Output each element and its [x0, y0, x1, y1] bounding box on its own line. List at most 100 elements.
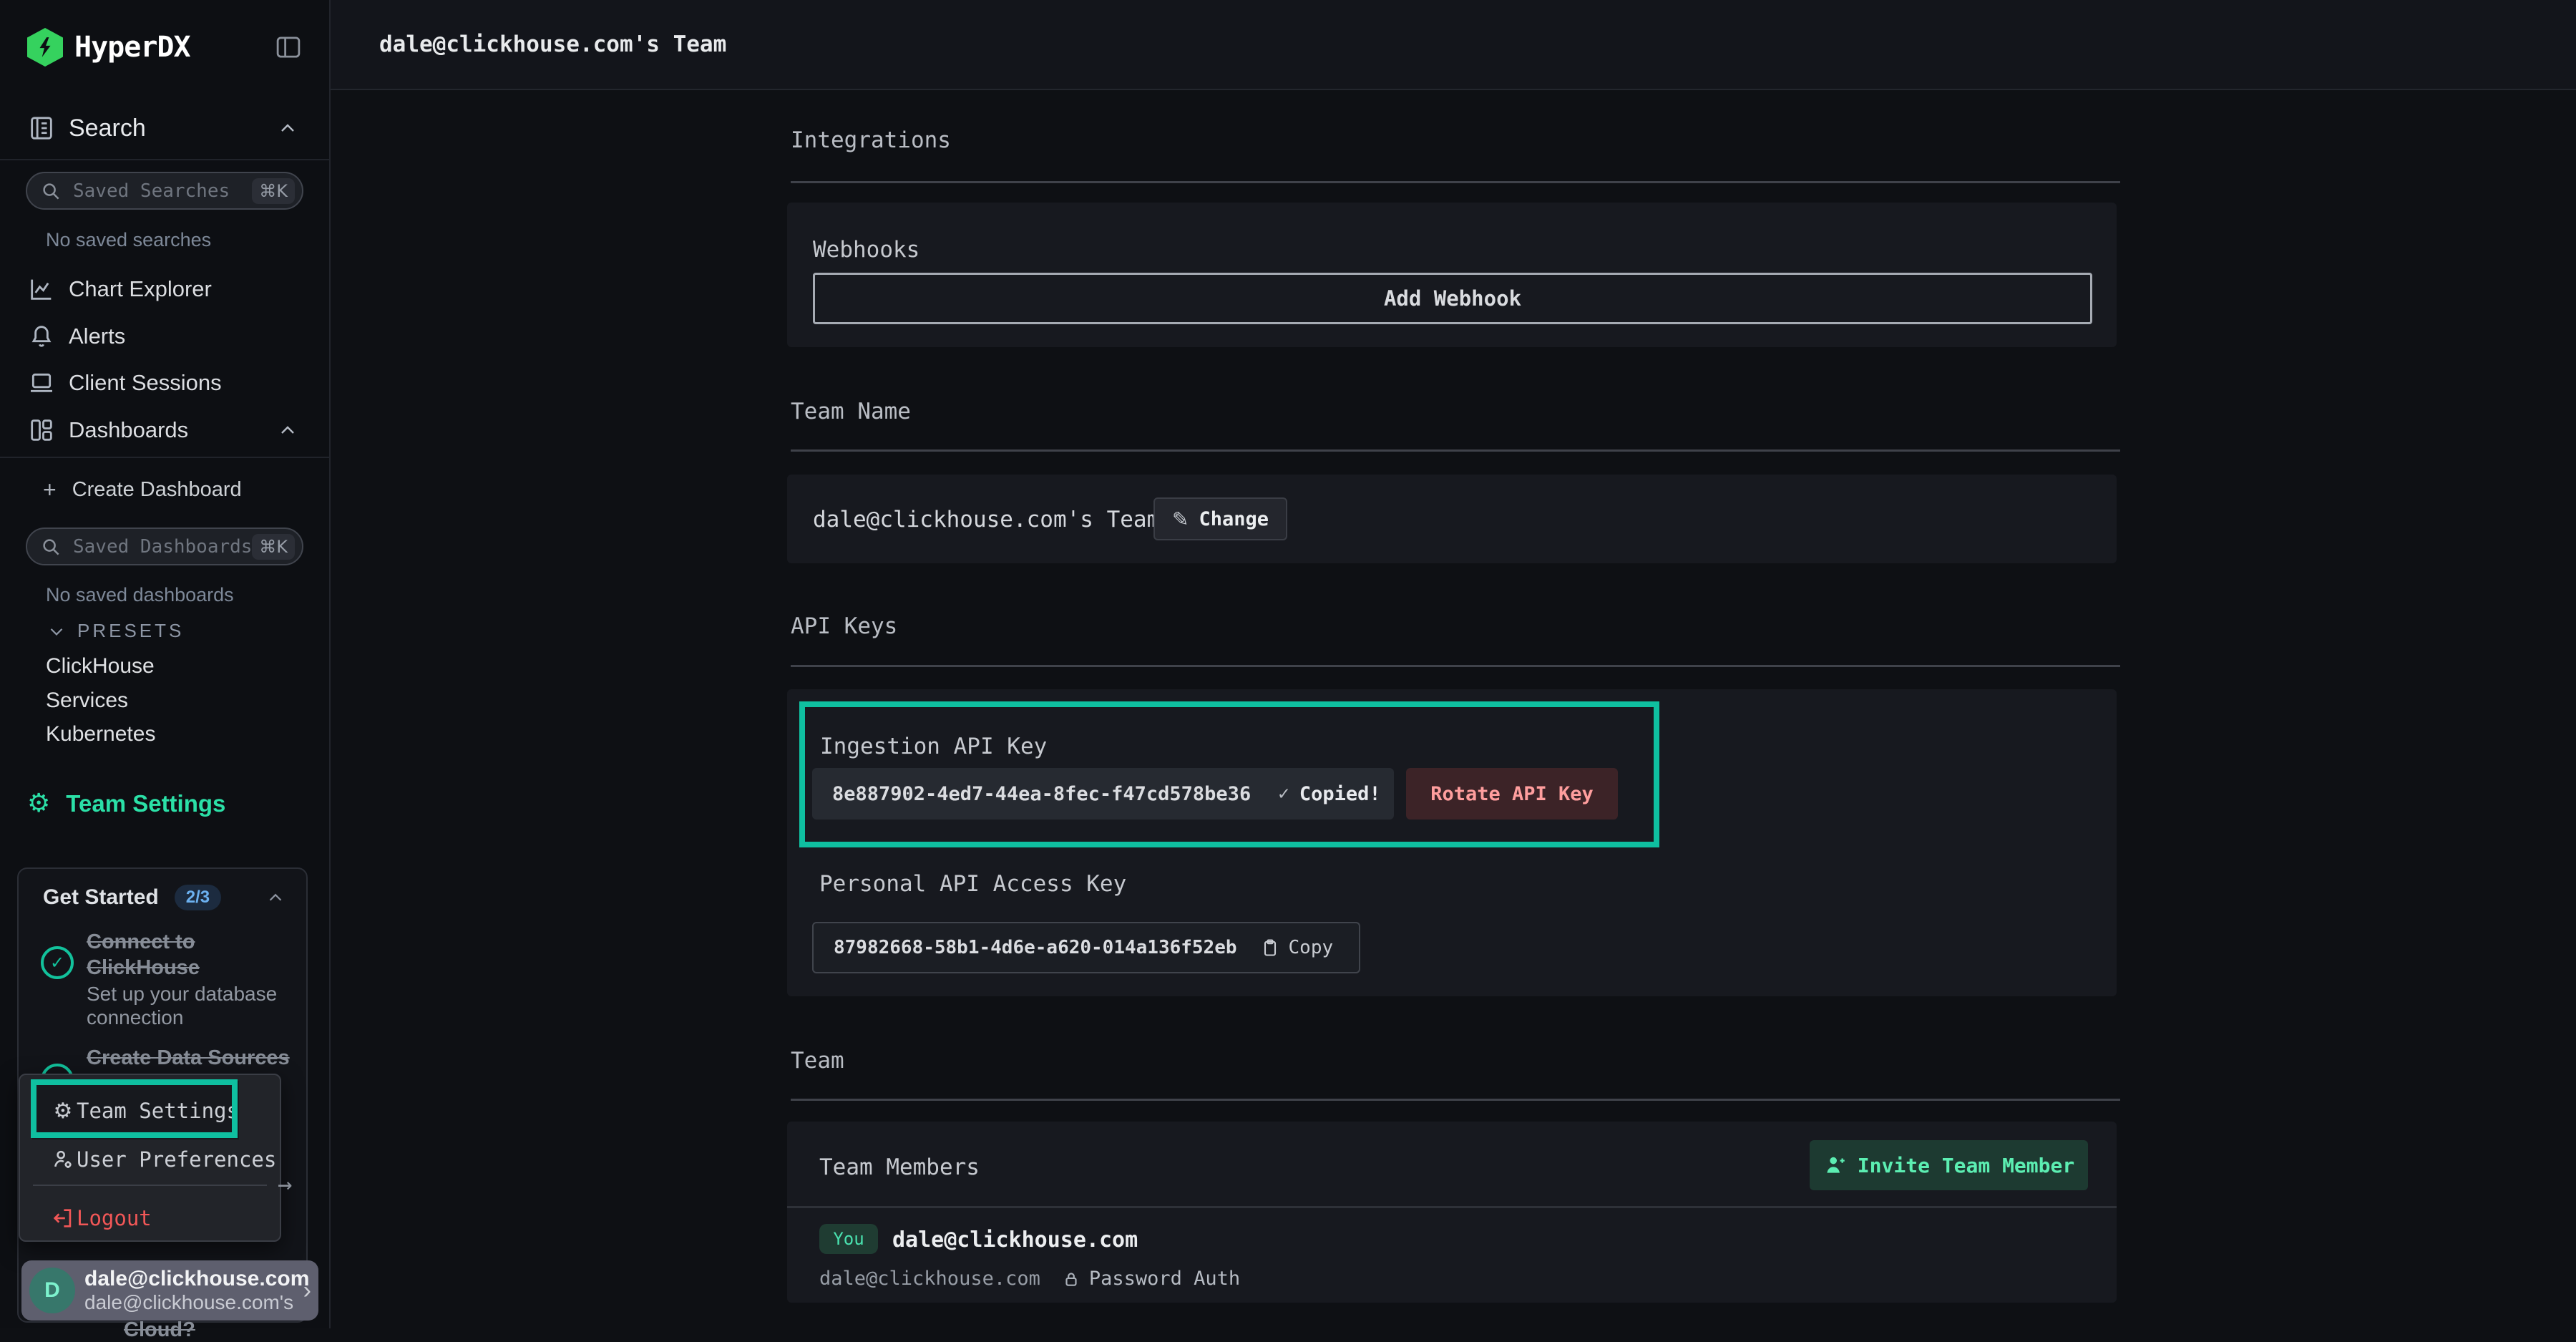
menu-item-label: Team Settings [77, 1099, 239, 1123]
sidebar-item-label: Alerts [69, 324, 125, 349]
menu-item-team-settings[interactable]: ⚙ Team Settings [20, 1088, 280, 1134]
saved-dashboards-input-wrap: ⌘K [26, 527, 303, 565]
progress-badge: 2/3 [175, 885, 221, 910]
chevron-down-icon [46, 621, 67, 642]
chart-icon [27, 275, 59, 303]
saved-searches-input[interactable] [72, 180, 252, 203]
menu-item-label: Logout [77, 1206, 152, 1230]
page-header: dale@clickhouse.com's Team [331, 0, 2576, 90]
user-plus-icon [1823, 1153, 1848, 1177]
get-started-step-title[interactable]: Create Data Sources [87, 1045, 290, 1071]
card-divider [787, 1206, 2117, 1208]
sidebar-team-settings-link[interactable]: ⚙ Team Settings [27, 789, 225, 818]
auth-method-label: Password Auth [1089, 1268, 1240, 1290]
menu-item-label: User Preferences [77, 1147, 276, 1172]
section-label-team: Team [791, 1048, 844, 1074]
change-team-name-button[interactable]: ✎ Change [1153, 497, 1287, 540]
search-icon [40, 536, 62, 558]
hyperdx-logo-icon [27, 28, 63, 67]
menu-item-logout[interactable]: Logout [20, 1195, 280, 1241]
gear-icon: ⚙ [27, 789, 50, 818]
journal-icon [27, 114, 59, 142]
rotate-api-key-button[interactable]: Rotate API Key [1406, 768, 1618, 820]
section-label-integrations: Integrations [791, 127, 951, 153]
menu-divider [33, 1185, 267, 1186]
webhooks-card: Webhooks Add Webhook [787, 203, 2117, 347]
avatar: D [29, 1268, 75, 1313]
section-divider [791, 665, 2120, 667]
personal-key-chip[interactable]: 87982668-58b1-4d6e-a620-014a136f52eb Cop… [812, 922, 1360, 973]
clipboard-icon [1260, 938, 1280, 958]
plus-icon: + [43, 477, 57, 503]
section-label-team-name: Team Name [791, 399, 911, 424]
menu-item-user-preferences[interactable]: User Preferences [20, 1137, 280, 1182]
no-saved-dashboards-note: No saved dashboards [46, 584, 234, 606]
user-gear-icon [49, 1147, 77, 1172]
invite-team-member-button[interactable]: Invite Team Member [1810, 1140, 2088, 1190]
sidebar-item-chart-explorer[interactable]: Chart Explorer [0, 268, 329, 311]
chevron-up-icon[interactable] [276, 117, 299, 140]
sidebar-item-search[interactable]: Search [0, 107, 329, 150]
main-content: dale@clickhouse.com's Team Integrations … [331, 0, 2576, 1328]
team-name-card: dale@clickhouse.com's Team ✎ Change [787, 475, 2117, 563]
member-email-secondary: dale@clickhouse.com [819, 1268, 1040, 1290]
sidebar-collapse-icon[interactable] [273, 32, 303, 62]
preset-item-kubernetes[interactable]: Kubernetes [46, 722, 155, 747]
get-started-step-title[interactable]: Connect to ClickHouse [87, 929, 200, 981]
personal-key-label: Personal API Access Key [819, 871, 1126, 897]
get-started-title: Get Started [43, 885, 159, 910]
copied-status: Copied! [1299, 783, 1381, 805]
team-members-card: Team Members Invite Team Member You dale… [787, 1122, 2117, 1303]
search-icon [40, 180, 62, 202]
section-divider [791, 449, 2120, 452]
logout-icon [49, 1206, 77, 1230]
sidebar-item-label: Client Sessions [69, 370, 222, 396]
logo-row: HyperDX [27, 27, 303, 67]
laptop-icon [27, 369, 59, 397]
sidebar-item-label: Search [69, 115, 146, 142]
user-menu-popup: ⚙ Team Settings User Preferences Logout [19, 1074, 281, 1242]
user-email: dale@clickhouse.com [84, 1267, 303, 1291]
user-profile-button[interactable]: D dale@clickhouse.com dale@clickhouse.co… [21, 1260, 318, 1321]
app-title: HyperDX [74, 31, 190, 64]
create-dashboard-label: Create Dashboard [72, 478, 242, 502]
divider [0, 159, 329, 160]
add-webhook-button[interactable]: Add Webhook [813, 273, 2092, 324]
pencil-icon: ✎ [1172, 507, 1189, 531]
step-done-check-icon: ✓ [41, 946, 74, 979]
sidebar-item-label: Chart Explorer [69, 276, 212, 302]
chevron-up-icon[interactable] [276, 419, 299, 442]
presets-toggle[interactable]: PRESETS [46, 620, 184, 642]
copy-button-label: Copy [1289, 937, 1334, 958]
sidebar-item-alerts[interactable]: Alerts [0, 315, 329, 358]
member-details-row: dale@clickhouse.com Password Auth [819, 1268, 1240, 1290]
create-dashboard-button[interactable]: + Create Dashboard [43, 477, 242, 503]
check-icon: ✓ [1278, 783, 1289, 804]
copy-key-button[interactable]: Copy [1260, 937, 1334, 958]
chevron-up-icon[interactable] [265, 887, 286, 908]
preset-item-services[interactable]: Services [46, 689, 128, 713]
bell-icon [27, 322, 59, 351]
preset-item-clickhouse[interactable]: ClickHouse [46, 654, 155, 679]
team-settings-label: Team Settings [66, 790, 225, 817]
shortcut-badge: ⌘K [252, 534, 295, 560]
section-label-api-keys: API Keys [791, 613, 897, 639]
member-email: dale@clickhouse.com [892, 1227, 1138, 1253]
divider [0, 457, 329, 458]
sidebar-item-client-sessions[interactable]: Client Sessions [0, 361, 329, 404]
sidebar-item-label: Dashboards [69, 417, 188, 443]
ingestion-key-label: Ingestion API Key [820, 734, 1047, 759]
ingestion-key-value: 8e887902-4ed7-44ea-8fec-f47cd578be36 [832, 783, 1251, 805]
page-title: dale@clickhouse.com's Team [379, 31, 726, 57]
invite-button-label: Invite Team Member [1858, 1154, 2074, 1177]
team-members-title: Team Members [819, 1154, 980, 1180]
you-badge: You [819, 1224, 878, 1254]
user-team: dale@clickhouse.com's [84, 1291, 303, 1314]
sidebar-item-dashboards[interactable]: Dashboards [0, 409, 329, 452]
section-divider [791, 1099, 2120, 1101]
saved-dashboards-input[interactable] [72, 535, 252, 558]
shortcut-badge: ⌘K [252, 178, 295, 204]
ingestion-key-chip[interactable]: 8e887902-4ed7-44ea-8fec-f47cd578be36 ✓ C… [812, 768, 1394, 820]
lock-icon [1062, 1270, 1080, 1288]
change-button-label: Change [1199, 508, 1269, 530]
